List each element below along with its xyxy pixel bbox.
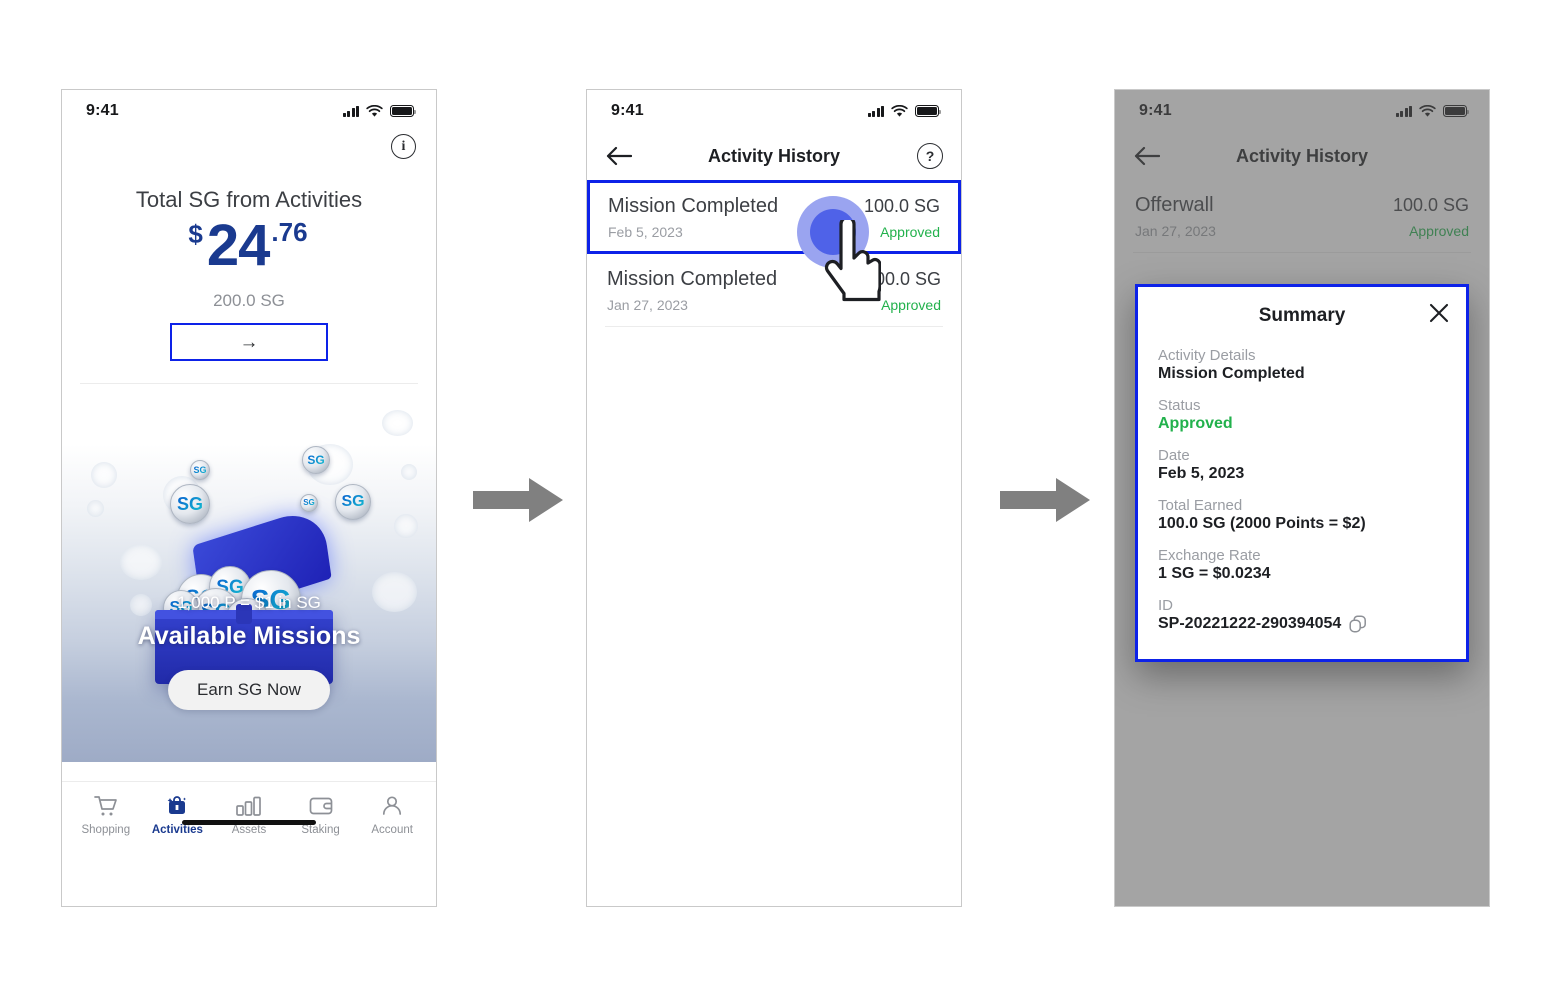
field-id-row: SP-20221222-290394054 <box>1158 615 1446 633</box>
home-indicator <box>182 820 316 825</box>
page-title: Total SG from Activities <box>135 187 363 212</box>
nav-header: Activity History ? <box>587 132 961 180</box>
missions-banner[interactable]: SG SG SG SG SG SG SG SG SG SG SG 1,000 P… <box>62 384 436 762</box>
table-row[interactable]: Mission Completed 100.0 SG Feb 5, 2023 A… <box>587 180 961 254</box>
floating-coin: SG <box>302 446 330 474</box>
tab-shopping[interactable]: Shopping <box>74 793 137 836</box>
arrow-right-icon: → <box>239 331 259 353</box>
page-title: Activity History <box>707 145 841 166</box>
phone-screen-activities: 9:41 i Total SG from Activities $24.76 2… <box>61 89 437 907</box>
modal-title: Summary <box>1258 305 1346 326</box>
field-value: 100.0 SG (2000 Points = $2) <box>1158 515 1366 532</box>
view-history-button[interactable]: → <box>170 323 328 361</box>
amount-cents: .76 <box>271 217 308 247</box>
phone-screen-summary-modal: 9:41 Activity History Offerwall 100.0 SG <box>1114 89 1490 907</box>
status-time: 9:41 <box>611 102 644 119</box>
banner-subtitle: 1,000 P = $1 in SG <box>177 593 321 612</box>
treasure-chest-illustration: SG SG SG SG SG SG <box>155 504 343 684</box>
floating-coin: SG <box>300 494 318 512</box>
cart-icon <box>74 793 137 819</box>
tab-account[interactable]: Account <box>361 793 424 836</box>
activities-icon <box>146 793 209 819</box>
header-row: i <box>62 132 436 174</box>
row-title: Mission Completed <box>607 268 778 290</box>
field-total-earned: Total Earned 100.0 SG (2000 Points = $2) <box>1158 497 1446 533</box>
tab-assets[interactable]: Assets <box>217 793 280 836</box>
phone-screen-activity-history: 9:41 Activity History ? Mission Complete… <box>586 89 962 907</box>
earn-sg-now-button[interactable]: Earn SG Now <box>168 670 330 710</box>
wallet-icon <box>289 793 352 819</box>
tab-activities[interactable]: Activities <box>146 793 209 836</box>
row-amount: 100.0 SG <box>863 196 940 216</box>
cellular-signal-icon <box>867 105 884 117</box>
field-label: Total Earned <box>1158 497 1243 514</box>
flow-arrow-2 <box>1000 478 1090 522</box>
field-value: Feb 5, 2023 <box>1158 465 1245 482</box>
row-amount: 100.0 SG <box>864 269 941 289</box>
status-bar: 9:41 <box>587 90 961 132</box>
info-icon[interactable]: i <box>391 134 416 159</box>
bottom-tab-bar: Shopping Activities Assets Staking Accou… <box>62 781 436 836</box>
field-value: Mission Completed <box>1158 365 1305 382</box>
flow-arrow-1 <box>473 478 563 522</box>
field-status: Status Approved <box>1158 397 1446 433</box>
row-date: Jan 27, 2023 <box>607 297 688 313</box>
row-divider <box>605 326 943 327</box>
field-id: ID SP-20221222-290394054 <box>1158 597 1446 633</box>
field-label: Date <box>1158 447 1190 464</box>
flow-diagram-canvas: 9:41 i Total SG from Activities $24.76 2… <box>0 0 1547 1000</box>
status-bar: 9:41 <box>62 90 436 132</box>
total-amount: $24.76 <box>62 217 436 279</box>
back-arrow-icon[interactable] <box>606 146 632 166</box>
field-value: 1 SG = $0.0234 <box>1158 565 1271 582</box>
modal-body: Activity Details Mission Completed Statu… <box>1138 331 1466 659</box>
field-activity-details: Activity Details Mission Completed <box>1158 347 1446 383</box>
tab-label: Shopping <box>81 824 131 836</box>
floating-coin: SG <box>335 484 371 520</box>
wifi-icon <box>891 104 908 117</box>
wifi-icon <box>366 104 383 117</box>
field-value: SP-20221222-290394054 <box>1158 615 1342 632</box>
copy-icon[interactable] <box>1349 615 1367 633</box>
amount-whole: 24 <box>206 213 271 278</box>
field-label: Exchange Rate <box>1158 547 1261 564</box>
modal-header: Summary <box>1138 287 1466 331</box>
status-icons <box>867 104 942 118</box>
close-icon[interactable] <box>1428 302 1450 324</box>
tab-label: Assets <box>231 824 267 836</box>
table-row[interactable]: Mission Completed 100.0 SG Jan 27, 2023 … <box>587 254 961 326</box>
battery-icon <box>915 105 942 117</box>
tab-label: Staking <box>301 824 340 836</box>
field-label: ID <box>1158 597 1173 614</box>
field-label: Activity Details <box>1158 347 1256 364</box>
tab-label: Account <box>371 824 413 836</box>
status-time: 9:41 <box>86 102 119 119</box>
sg-balance: 200.0 SG <box>213 291 285 310</box>
battery-icon <box>390 105 417 117</box>
bars-icon <box>217 793 280 819</box>
field-label: Status <box>1158 397 1201 414</box>
currency-symbol: $ <box>188 219 203 249</box>
status-icons <box>342 104 417 118</box>
cellular-signal-icon <box>342 105 359 117</box>
tab-staking[interactable]: Staking <box>289 793 352 836</box>
floating-coin: SG <box>190 460 210 480</box>
help-icon[interactable]: ? <box>917 143 943 169</box>
tab-label: Activities <box>151 824 203 836</box>
field-value: Approved <box>1158 415 1233 432</box>
row-date: Feb 5, 2023 <box>608 224 683 240</box>
field-exchange-rate: Exchange Rate 1 SG = $0.0234 <box>1158 547 1446 583</box>
summary-modal: Summary Activity Details Mission Complet… <box>1135 284 1469 662</box>
field-date: Date Feb 5, 2023 <box>1158 447 1446 483</box>
row-title: Mission Completed <box>608 195 779 217</box>
status-badge: Approved <box>881 297 941 313</box>
status-badge: Approved <box>880 224 940 240</box>
banner-title: Available Missions <box>137 622 361 650</box>
person-icon <box>361 793 424 819</box>
floating-coin: SG <box>170 484 210 524</box>
